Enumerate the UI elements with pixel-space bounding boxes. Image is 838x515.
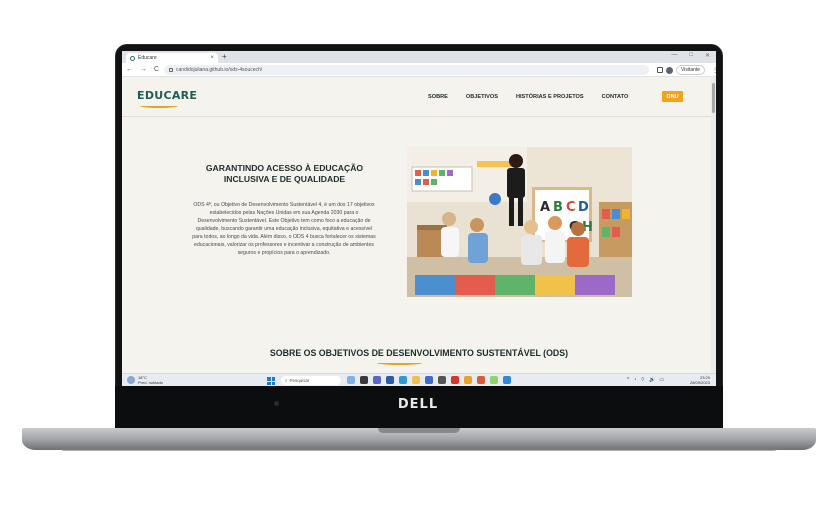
url-text: candidojuliana.github.io/ods-4soucech/: [176, 67, 263, 73]
opera-icon[interactable]: [451, 376, 459, 384]
browser-tab[interactable]: Educare ×: [126, 53, 218, 63]
address-bar: ← → C candidojuliana.github.io/ods-4souc…: [122, 63, 716, 77]
weather-desc: Pred. nublado: [138, 380, 163, 385]
tab-strip: Educare × + — □ ✕: [122, 51, 716, 63]
webcam: [274, 401, 279, 406]
page-scrollbar[interactable]: [711, 77, 716, 373]
windows-start-icon[interactable]: [267, 377, 275, 385]
favicon-icon: [130, 55, 135, 61]
letter-d: D: [578, 200, 589, 215]
profile-button[interactable]: Visitante: [676, 65, 706, 75]
lid-notch: [378, 428, 460, 433]
taskbar-search[interactable]: ⌕ Pesquisar: [281, 376, 341, 385]
menu-item-historias[interactable]: HISTÓRIAS E PROJETOS: [516, 94, 584, 100]
task-view-icon[interactable]: [360, 376, 368, 384]
wifi-icon[interactable]: ⌔: [640, 377, 645, 383]
landscape-app-icon[interactable]: [347, 376, 355, 384]
back-icon[interactable]: ←: [126, 66, 133, 73]
android-studio-icon[interactable]: [490, 376, 498, 384]
avatar[interactable]: [666, 66, 673, 74]
system-tray: ^ ◔ ⌔ 🔊 ▭: [627, 377, 664, 383]
maximize-icon[interactable]: □: [689, 52, 693, 59]
classroom-photo: A B C D G H: [407, 147, 632, 297]
settings-app-icon[interactable]: [425, 376, 433, 384]
tray-chevron-icon[interactable]: ^: [627, 377, 629, 383]
tab-close-icon[interactable]: ×: [210, 55, 214, 61]
reload-icon[interactable]: C: [154, 66, 159, 73]
chrome-icon[interactable]: [464, 376, 472, 384]
site-navbar: EDUCARE SOBRE OBJETIVOS HISTÓRIAS E PROJ…: [122, 77, 716, 117]
base-shadow: [60, 447, 778, 451]
site-menu: SOBRE OBJETIVOS HISTÓRIAS E PROJETOS CON…: [428, 94, 628, 100]
weather-widget[interactable]: 18°C Pred. nublado: [127, 375, 163, 385]
tray-app-icon[interactable]: ◔: [633, 377, 636, 383]
taskbar-clock[interactable]: 23:29 28/09/2023: [690, 375, 710, 385]
lock-icon: [169, 68, 173, 72]
side-panel-icon[interactable]: [657, 67, 663, 73]
taskbar: 18°C Pred. nublado ⌕ Pesquisar ^ ◔ ⌔ 🔊 ▭…: [122, 373, 716, 386]
menu-item-sobre[interactable]: SOBRE: [428, 94, 448, 100]
cloud-icon: [127, 376, 135, 384]
minimize-icon[interactable]: —: [671, 52, 677, 59]
forward-icon[interactable]: →: [140, 66, 147, 73]
battery-icon[interactable]: ▭: [659, 377, 664, 383]
menu-item-objetivos[interactable]: OBJETIVOS: [466, 94, 498, 100]
new-tab-button[interactable]: +: [222, 52, 227, 61]
web-page: EDUCARE SOBRE OBJETIVOS HISTÓRIAS E PROJ…: [122, 77, 716, 373]
menu-item-contato[interactable]: CONTATO: [602, 94, 629, 100]
url-field[interactable]: candidojuliana.github.io/ods-4soucech/: [164, 65, 649, 75]
onu-button[interactable]: ONU: [662, 91, 683, 102]
section-title: SOBRE OS OBJETIVOS DE DESENVOLVIMENTO SU…: [269, 348, 569, 358]
classroom-illustration: A B C D G H: [407, 147, 632, 297]
store-icon[interactable]: [386, 376, 394, 384]
screen: Educare × + — □ ✕ ← → C candidojuliana.g…: [122, 51, 716, 386]
section-underline: [377, 361, 422, 365]
logo-underline: [140, 104, 178, 108]
close-window-icon[interactable]: ✕: [705, 52, 710, 59]
window-controls: — □ ✕: [671, 52, 710, 59]
volume-icon[interactable]: 🔊: [649, 377, 655, 383]
letter-a: A: [540, 200, 550, 215]
weather-text: 18°C Pred. nublado: [138, 375, 163, 385]
github-icon[interactable]: [438, 376, 446, 384]
tab-title: Educare: [138, 55, 157, 61]
hero-paragraph: ODS 4ª, ou Objetivo de Desenvolvimento S…: [192, 202, 376, 256]
taskbar-apps: [347, 376, 511, 384]
search-placeholder: Pesquisar: [289, 378, 310, 383]
nav-buttons: ← → C: [126, 66, 159, 73]
letter-c: C: [566, 200, 576, 215]
search-icon: ⌕: [285, 378, 288, 383]
file-explorer-icon[interactable]: [412, 376, 420, 384]
vscode-icon[interactable]: [503, 376, 511, 384]
browser-menu-icon[interactable]: ⋮: [712, 67, 716, 74]
edge-icon[interactable]: [399, 376, 407, 384]
site-logo[interactable]: EDUCARE: [137, 89, 197, 102]
brand-logo: DELL: [397, 397, 439, 412]
scroll-thumb[interactable]: [712, 83, 715, 113]
chat-app-icon[interactable]: [373, 376, 381, 384]
clock-date: 28/09/2023: [689, 380, 710, 385]
profile-area: Visitante ⋮: [657, 65, 716, 75]
chrome-canary-icon[interactable]: [477, 376, 485, 384]
letter-b: B: [553, 200, 563, 215]
hero-title: GARANTINDO ACESSO À EDUCAÇÃO INCLUSIVA E…: [205, 163, 364, 184]
